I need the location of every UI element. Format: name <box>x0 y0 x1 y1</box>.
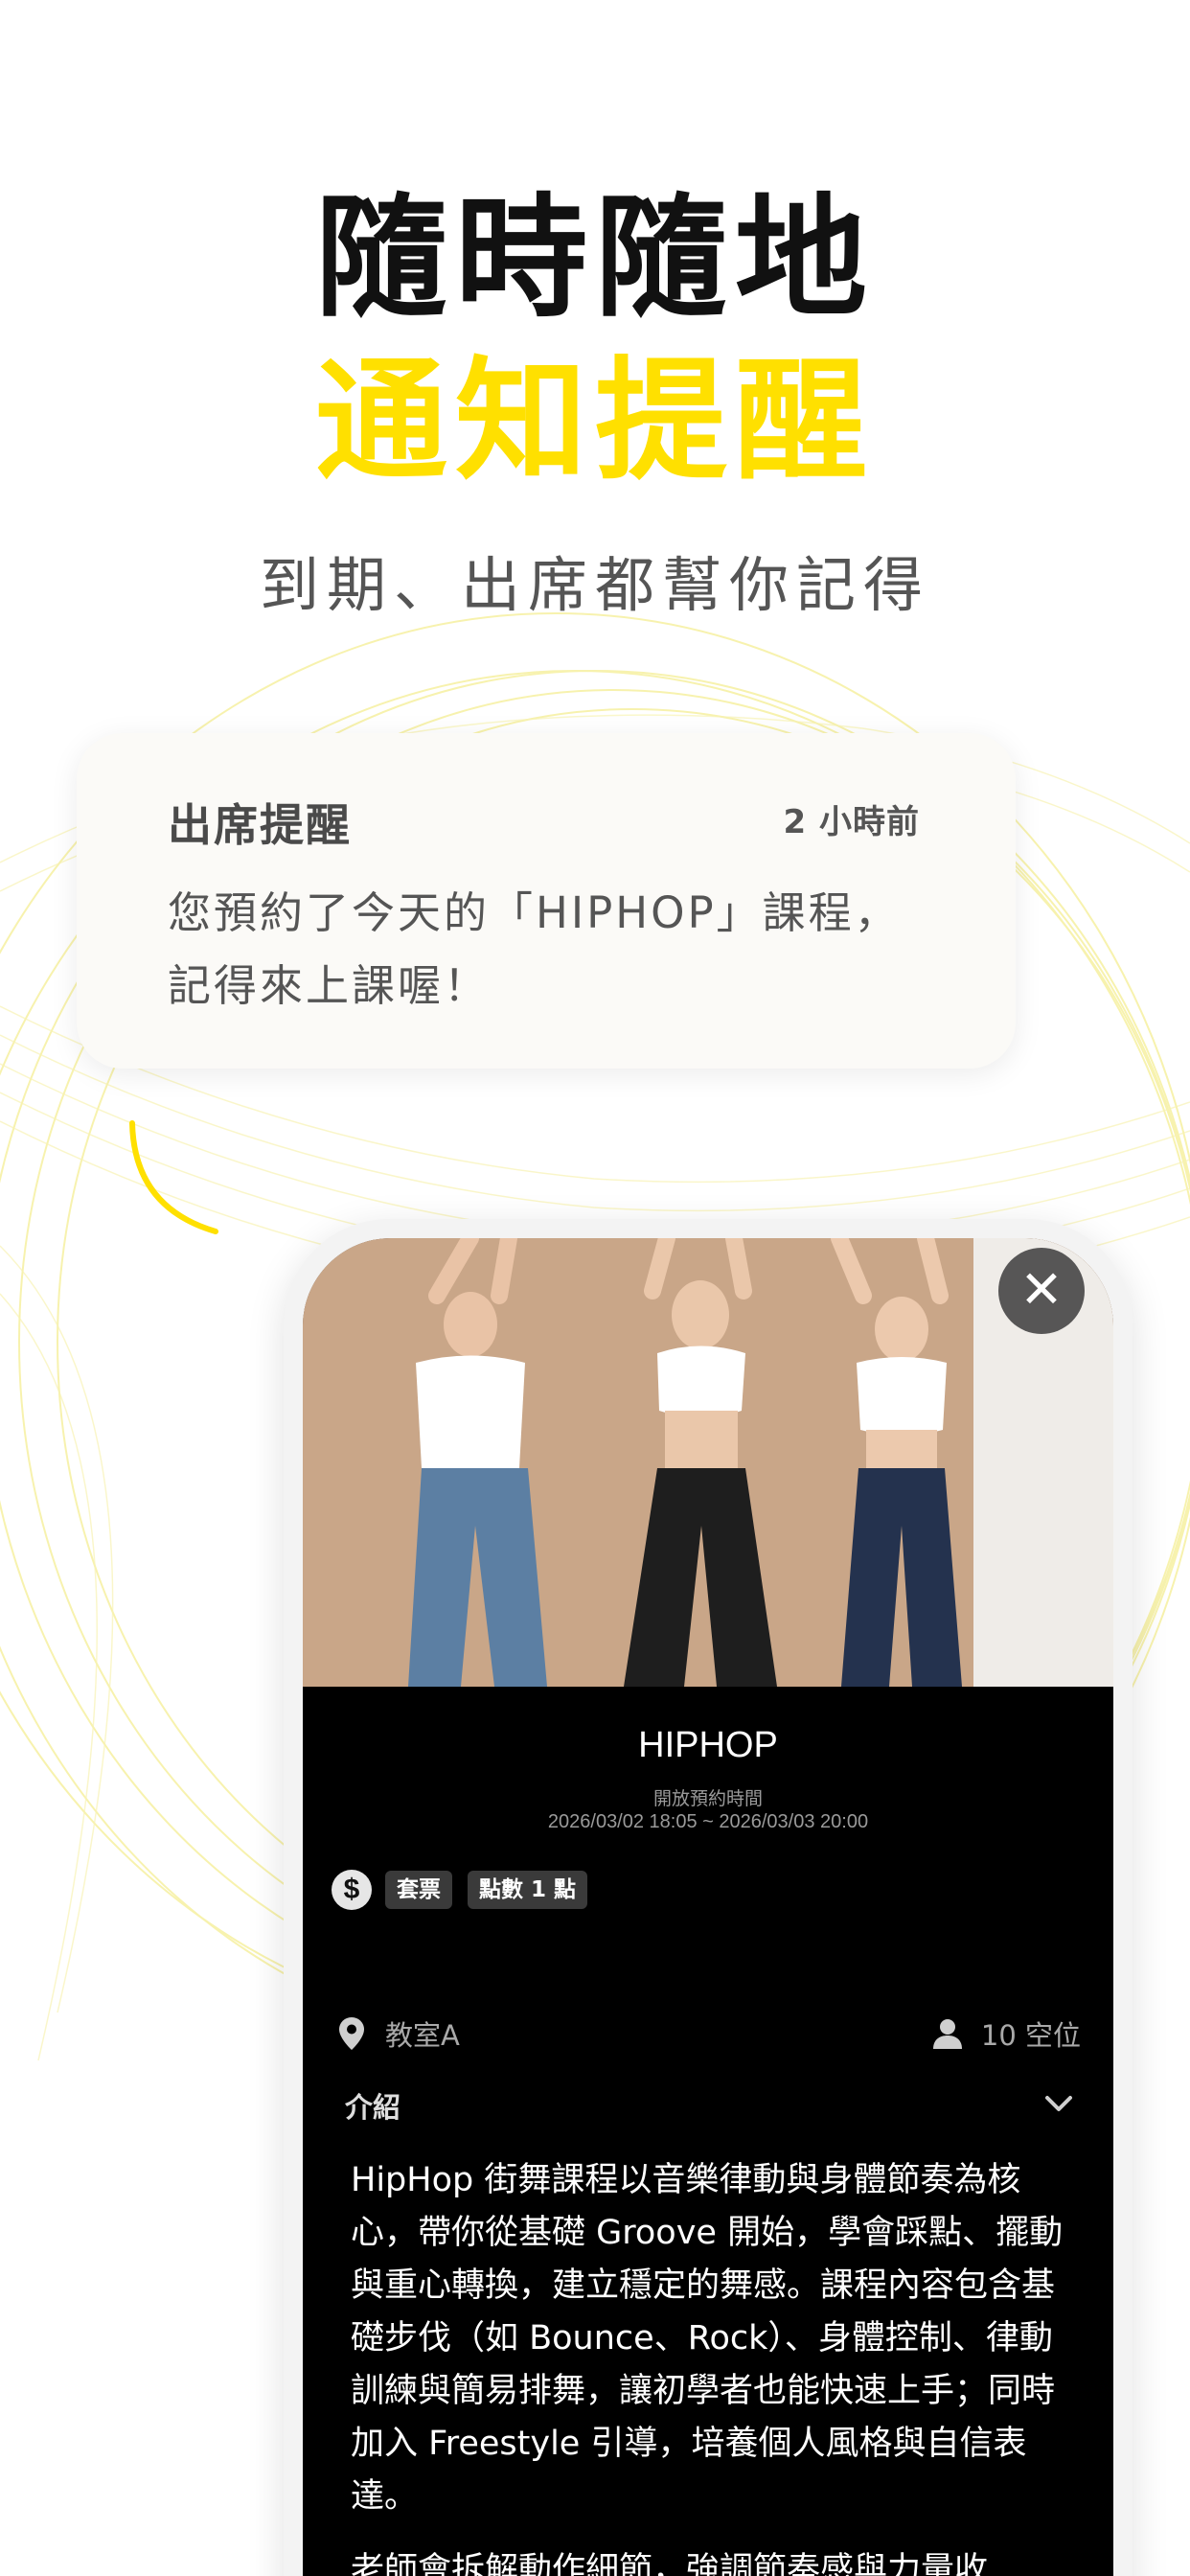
phone-mockup: ✕ HIPHOP 開放預約時間 2026/03/02 18:05 ~ 2026/… <box>284 1219 1133 2576</box>
close-icon[interactable]: ✕ <box>998 1248 1085 1334</box>
chevron-down-icon[interactable] <box>1035 2080 1083 2128</box>
location-text: 教室A <box>385 2019 460 2052</box>
person-icon <box>932 2019 962 2049</box>
intro-paragraph-2: 老師會拆解動作細節，強調節奏感與力量收 <box>351 2551 989 2576</box>
notification-body: 您預約了今天的「HIPHOP」課程， 記得來上課喔！ <box>168 877 963 1023</box>
notification-body-line-1: 您預約了今天的「HIPHOP」課程， <box>168 887 901 938</box>
open-booking-label: 開放預約時間 <box>652 1788 763 1809</box>
notification-body-line-2: 記得來上課喔！ <box>168 960 491 1011</box>
course-tags: $ 套票 點數 1 點 <box>332 1869 603 1911</box>
coin-icon: $ <box>332 1870 372 1910</box>
headline-subtitle: 到期、出席都幫你記得 <box>259 550 930 620</box>
phone-screen: ✕ HIPHOP 開放預約時間 2026/03/02 18:05 ~ 2026/… <box>303 1238 1113 2576</box>
notification-title: 出席提醒 <box>168 799 352 851</box>
headline-line-2: 通知提醒 <box>314 344 875 498</box>
dancers-illustration <box>303 1238 1113 1687</box>
seats-row: 10 空位 <box>931 2012 1081 2055</box>
intro-text: HipHop 街舞課程以音樂律動與身體節奏為核心，帶你從基礎 Groove 開始… <box>351 2154 1079 2576</box>
open-booking-range: 2026/03/02 18:05 ~ 2026/03/03 20:00 <box>547 1811 869 1832</box>
notification-time: 2 小時前 <box>783 803 920 841</box>
intro-header[interactable]: 介紹 <box>345 2080 1083 2128</box>
intro-paragraph-1: HipHop 街舞課程以音樂律動與身體節奏為核心，帶你從基礎 Groove 開始… <box>351 2161 1064 2516</box>
tag-points: 點數 1 點 <box>468 1871 588 1909</box>
headline: 隨時隨地 通知提醒 <box>0 177 1190 503</box>
seats-text: 10 空位 <box>980 2019 1081 2052</box>
headline-line-1: 隨時隨地 <box>314 181 875 335</box>
location-row: 教室A <box>339 2012 460 2055</box>
intro-label: 介紹 <box>345 2091 401 2124</box>
location-pin-icon <box>339 2017 364 2050</box>
course-title: HIPHOP <box>638 1725 778 1765</box>
tag-package: 套票 <box>385 1871 452 1909</box>
course-detail-panel: HIPHOP 開放預約時間 2026/03/02 18:05 ~ 2026/03… <box>303 1696 1113 2576</box>
attendance-notification-card[interactable]: 出席提醒 2 小時前 您預約了今天的「HIPHOP」課程， 記得來上課喔！ <box>77 733 1016 1069</box>
course-photo: ✕ <box>303 1238 1113 1687</box>
